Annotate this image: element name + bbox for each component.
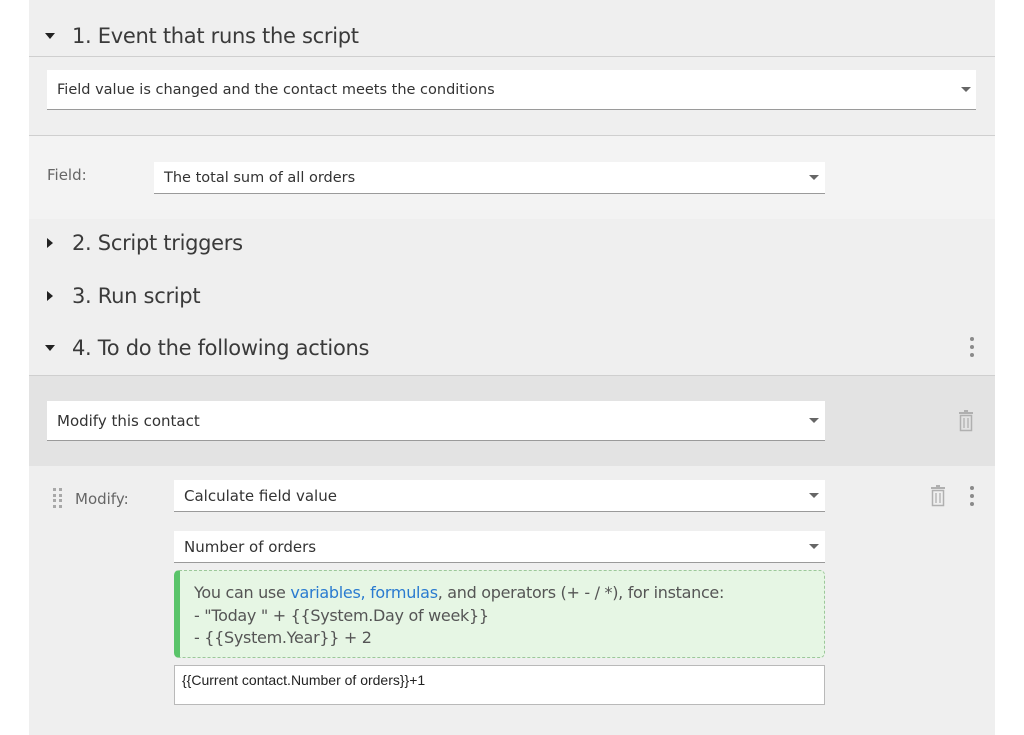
divider (29, 56, 995, 57)
hint-example-2: - {{System.Year}} + 2 (194, 628, 372, 647)
hint-suffix: , and operators (+ - / *), for instance: (437, 583, 725, 602)
target-field-value: Number of orders (184, 537, 317, 556)
drag-handle-icon[interactable] (53, 488, 63, 508)
kebab-menu-icon[interactable] (969, 486, 975, 506)
hint-line-1: You can use variables, formulas, and ope… (194, 582, 824, 605)
action-select-value: Modify this contact (57, 411, 200, 430)
target-field-select[interactable]: Number of orders (174, 531, 825, 563)
chevron-down-icon (809, 543, 819, 549)
kebab-menu-icon[interactable] (969, 337, 975, 357)
formulas-link[interactable]: formulas (370, 583, 438, 602)
formula-input[interactable]: {{Current contact.Number of orders}}+1 (174, 665, 825, 705)
caret-right-icon[interactable] (44, 237, 56, 249)
trash-icon[interactable] (956, 410, 976, 432)
event-select[interactable]: Field value is changed and the contact m… (47, 70, 976, 110)
caret-right-icon[interactable] (44, 290, 56, 302)
chevron-down-icon (809, 417, 819, 423)
section-4-header[interactable]: 4. To do the following actions (29, 328, 995, 368)
modify-mode-select[interactable]: Calculate field value (174, 480, 825, 512)
section-3-header[interactable]: 3. Run script (29, 276, 995, 316)
section-4-title: 4. To do the following actions (72, 336, 370, 360)
section-1-header[interactable]: 1. Event that runs the script (29, 16, 995, 56)
section-1-title: 1. Event that runs the script (72, 24, 359, 48)
modify-mode-value: Calculate field value (184, 486, 337, 505)
modify-label: Modify: (75, 490, 129, 508)
section-3-title: 3. Run script (72, 284, 201, 308)
chevron-down-icon (809, 492, 819, 498)
field-label: Field: (47, 166, 87, 184)
hint-example-1: - "Today " + {{System.Day of week}} (194, 605, 489, 625)
caret-down-icon[interactable] (44, 342, 56, 354)
hint-prefix: You can use (194, 583, 291, 602)
chevron-down-icon (961, 86, 971, 92)
field-select[interactable]: The total sum of all orders (154, 162, 825, 194)
trash-icon[interactable] (928, 485, 948, 507)
chevron-down-icon (809, 174, 819, 180)
formula-hint: You can use variables, formulas, and ope… (174, 570, 825, 658)
caret-down-icon[interactable] (44, 30, 56, 42)
action-select[interactable]: Modify this contact (47, 401, 825, 441)
field-select-value: The total sum of all orders (164, 169, 356, 186)
section-2-title: 2. Script triggers (72, 231, 243, 255)
section-2-header[interactable]: 2. Script triggers (29, 223, 995, 263)
variables-link[interactable]: variables, (290, 583, 365, 602)
event-select-value: Field value is changed and the contact m… (57, 81, 495, 98)
